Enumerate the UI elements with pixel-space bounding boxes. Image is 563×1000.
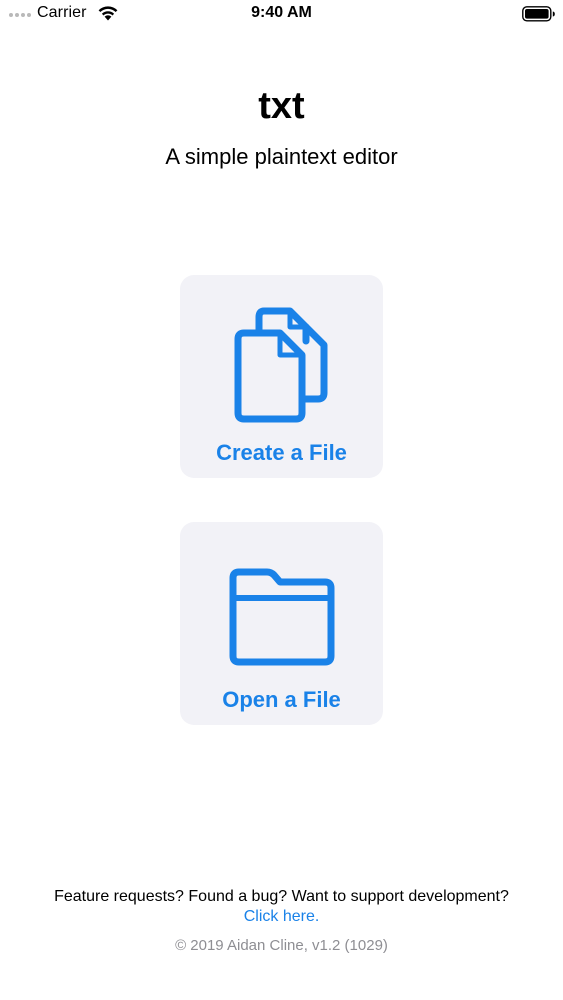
app-subtitle: A simple plaintext editor: [165, 144, 398, 169]
footer-question: Feature requests? Found a bug? Want to s…: [54, 888, 509, 905]
status-bar: Carrier 9:40 AM: [0, 0, 563, 28]
create-file-button[interactable]: Create a File: [180, 275, 383, 478]
support-link[interactable]: Click here.: [0, 908, 563, 926]
open-file-button[interactable]: Open a File: [180, 522, 383, 725]
copyright-text: © 2019 Aidan Cline, v1.2 (1029): [175, 937, 388, 954]
open-file-label: Open a File: [222, 687, 341, 712]
battery-icon: [522, 6, 555, 22]
app-title: txt: [258, 85, 305, 127]
create-file-label: Create a File: [216, 440, 347, 465]
documents-icon: [234, 307, 327, 423]
status-time: 9:40 AM: [251, 4, 312, 21]
folder-icon: [229, 568, 334, 666]
